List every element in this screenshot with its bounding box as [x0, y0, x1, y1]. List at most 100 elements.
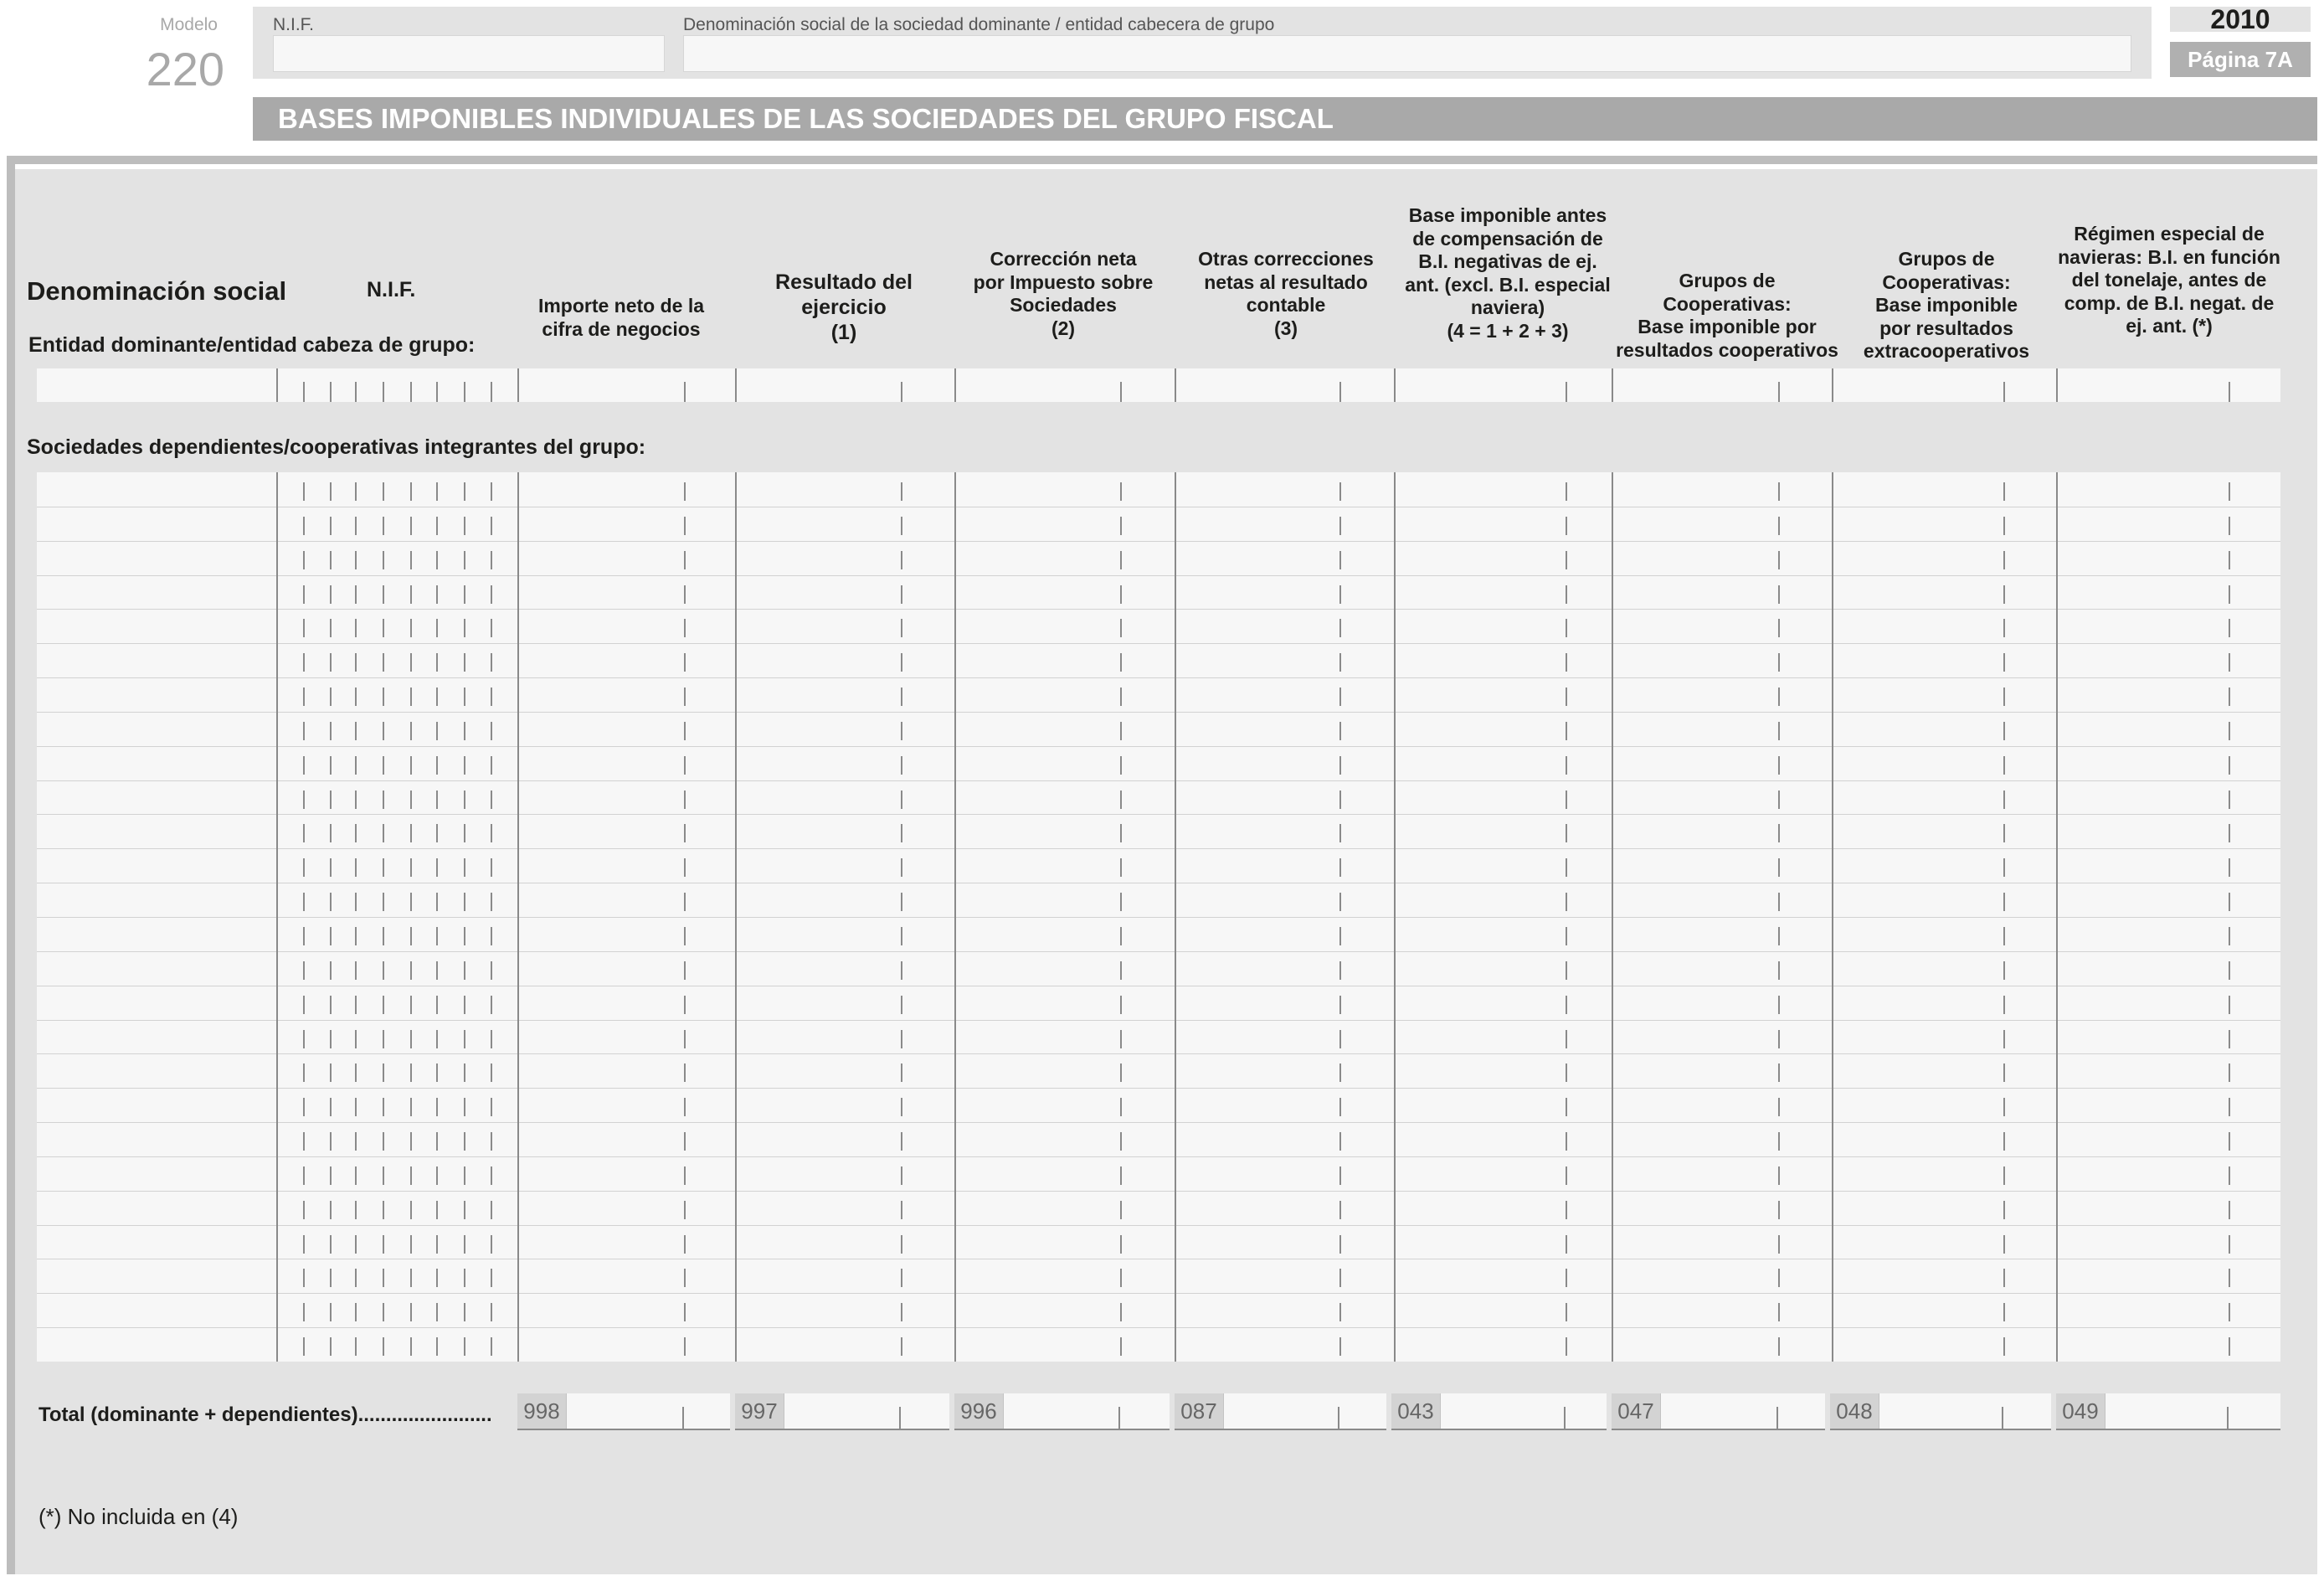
- box-code: 087: [1175, 1393, 1224, 1429]
- decimal-tick: [2229, 790, 2230, 809]
- decimal-tick: [2229, 1030, 2230, 1048]
- table-row[interactable]: [37, 986, 2280, 1020]
- decimal-tick: [1120, 653, 1122, 672]
- decimal-tick: [1778, 1269, 1780, 1287]
- nif-digit-tick: [410, 653, 412, 672]
- table-row[interactable]: [37, 1259, 2280, 1293]
- decimal-tick: [1120, 927, 1122, 945]
- table-row[interactable]: [37, 883, 2280, 917]
- table-row[interactable]: [37, 1191, 2280, 1225]
- nif-digit-tick: [303, 1201, 305, 1219]
- decimal-tick: [684, 1269, 686, 1287]
- table-row[interactable]: [37, 609, 2280, 643]
- dominante-row[interactable]: [37, 368, 2280, 402]
- table-row[interactable]: [37, 917, 2280, 951]
- table-row[interactable]: [37, 848, 2280, 883]
- nif-digit-tick: [303, 1235, 305, 1254]
- table-row[interactable]: [37, 541, 2280, 575]
- nif-digit-tick: [464, 1098, 465, 1116]
- table-row[interactable]: [37, 507, 2280, 541]
- table-row[interactable]: [37, 472, 2280, 507]
- nif-field[interactable]: [273, 35, 665, 72]
- decimal-tick: [1566, 1201, 1567, 1219]
- decimal-tick: [1566, 619, 1567, 637]
- decimal-tick: [1339, 585, 1341, 604]
- nif-digit-tick: [383, 961, 384, 980]
- table-row[interactable]: [37, 1088, 2280, 1122]
- table-row[interactable]: [37, 677, 2280, 712]
- nif-digit-tick: [491, 961, 492, 980]
- table-row[interactable]: [37, 1293, 2280, 1327]
- nif-digit-tick: [464, 722, 465, 740]
- decimal-tick: [901, 619, 902, 637]
- nif-digit-tick: [491, 619, 492, 637]
- nif-digit-tick: [436, 858, 438, 877]
- decimal-tick: [1339, 1337, 1341, 1356]
- decimal-tick: [1566, 790, 1567, 809]
- nif-digit-tick: [330, 653, 332, 672]
- nif-digit-tick: [436, 1337, 438, 1356]
- column-divider: [1175, 368, 1176, 402]
- decimal-tick: [901, 722, 902, 740]
- nif-digit-tick: [436, 722, 438, 740]
- decimal-tick: [901, 927, 902, 945]
- col-header-naviera: Régimen especial de navieras: B.I. en fun…: [2058, 223, 2280, 337]
- table-row[interactable]: [37, 1122, 2280, 1156]
- decimal-tick: [1778, 893, 1780, 911]
- decimal-tick: [901, 1235, 902, 1254]
- decimal-tick: [1339, 893, 1341, 911]
- decimal-tick: [901, 893, 902, 911]
- decimal-tick: [1778, 824, 1780, 842]
- table-row[interactable]: [37, 1327, 2280, 1362]
- decimal-tick: [2003, 1030, 2005, 1048]
- nif-digit-tick: [491, 824, 492, 842]
- nif-digit-tick: [303, 858, 305, 877]
- decimal-tick: [901, 1098, 902, 1116]
- nif-digit-tick: [303, 1269, 305, 1287]
- nif-digit-tick: [303, 722, 305, 740]
- table-row[interactable]: [37, 1053, 2280, 1088]
- nif-digit-tick: [330, 756, 332, 775]
- table-row[interactable]: [37, 746, 2280, 780]
- table-row[interactable]: [37, 575, 2280, 610]
- decimal-tick: [684, 756, 686, 775]
- nif-digit-tick: [410, 1132, 412, 1151]
- table-row[interactable]: [37, 780, 2280, 815]
- nif-digit-tick: [410, 1098, 412, 1116]
- row-separator: [37, 780, 2280, 781]
- table-row[interactable]: [37, 643, 2280, 677]
- table-row[interactable]: [37, 814, 2280, 848]
- decimal-tick: [1339, 790, 1341, 809]
- col-header-correccion: Corrección neta por Impuesto sobre Socieda…: [973, 248, 1154, 339]
- table-row[interactable]: [37, 951, 2280, 986]
- nif-digit-tick: [491, 653, 492, 672]
- denominacion-field[interactable]: [683, 35, 2131, 72]
- table-row[interactable]: [37, 1156, 2280, 1191]
- nif-digit-tick: [410, 1269, 412, 1287]
- decimal-tick: [2227, 1407, 2229, 1429]
- table-row[interactable]: [37, 712, 2280, 746]
- nif-digit-tick: [436, 517, 438, 535]
- nif-digit-tick: [491, 927, 492, 945]
- decimal-tick: [1339, 1030, 1341, 1048]
- decimal-tick: [2003, 824, 2005, 842]
- decimal-tick: [901, 756, 902, 775]
- decimal-tick: [1120, 1201, 1122, 1219]
- decimal-tick: [1778, 1132, 1780, 1151]
- nif-digit-tick: [303, 961, 305, 980]
- decimal-tick: [1566, 1303, 1567, 1321]
- nif-digit-tick: [330, 1098, 332, 1116]
- table-row[interactable]: [37, 1225, 2280, 1259]
- decimal-tick: [684, 1132, 686, 1151]
- decimal-tick: [2003, 482, 2005, 501]
- nif-digit-tick: [410, 927, 412, 945]
- decimal-tick: [1120, 1132, 1122, 1151]
- decimal-tick: [2229, 1098, 2230, 1116]
- nif-digit-tick: [355, 893, 357, 911]
- nif-digit-tick: [464, 996, 465, 1014]
- decimal-tick: [1778, 688, 1780, 706]
- table-row[interactable]: [37, 1020, 2280, 1054]
- nif-digit-tick: [491, 382, 492, 402]
- nif-digit-tick: [464, 961, 465, 980]
- decimal-tick: [1339, 517, 1341, 535]
